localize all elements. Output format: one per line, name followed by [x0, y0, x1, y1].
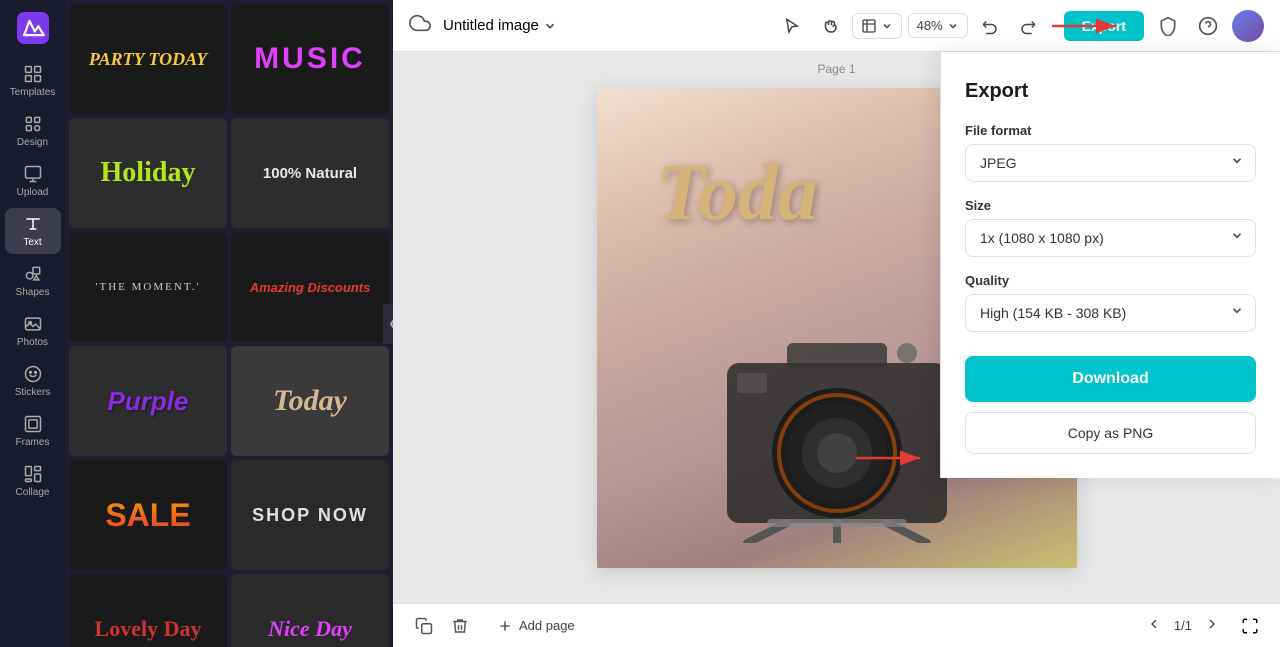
template-thumb-moment[interactable]: 'THE MOMENT.' — [69, 232, 227, 342]
file-format-select[interactable]: JPEG PNG PDF SVG GIF MP4 — [965, 144, 1256, 182]
size-group: Size 1x (1080 x 1080 px) 2x (2160 x 2160… — [965, 198, 1256, 257]
template-grid: PARTY TODAY MUSIC Holiday 100% Natural '… — [65, 0, 393, 647]
copy-page-button[interactable] — [409, 611, 439, 641]
panel-collapse-button[interactable] — [383, 304, 393, 344]
fullscreen-button[interactable] — [1236, 612, 1264, 640]
sidebar-item-templates[interactable]: Templates — [5, 58, 61, 104]
redo-button[interactable] — [1012, 10, 1044, 42]
sidebar-item-design[interactable]: Design — [5, 108, 61, 154]
copy-as-png-button[interactable]: Copy as PNG — [965, 412, 1256, 454]
template-thumb-holiday[interactable]: Holiday — [69, 118, 227, 228]
page-nav: 1/1 — [1142, 612, 1224, 639]
file-format-group: File format JPEG PNG PDF SVG GIF MP4 — [965, 123, 1256, 182]
select-tool-button[interactable] — [776, 10, 808, 42]
photos-icon — [23, 314, 43, 334]
app-logo[interactable] — [15, 10, 51, 46]
grid-icon — [23, 64, 43, 84]
sidebar-item-collage[interactable]: Collage — [5, 458, 61, 504]
user-avatar[interactable] — [1232, 10, 1264, 42]
template-thumb-sale[interactable]: SALE — [69, 460, 227, 570]
plus-icon — [497, 618, 513, 634]
template-thumb-today[interactable]: Today — [231, 346, 389, 456]
size-select-wrapper: 1x (1080 x 1080 px) 2x (2160 x 2160 px) … — [965, 219, 1256, 257]
quality-label: Quality — [965, 273, 1256, 288]
template-thumb-purple[interactable]: Purple — [69, 346, 227, 456]
download-button[interactable]: Download — [965, 356, 1256, 402]
export-panel: Export File format JPEG PNG PDF SVG GIF … — [940, 52, 1280, 478]
sidebar: Templates Design Upload Text Shapes — [0, 0, 65, 647]
size-select[interactable]: 1x (1080 x 1080 px) 2x (2160 x 2160 px) … — [965, 219, 1256, 257]
document-title[interactable]: Untitled image — [443, 17, 557, 34]
size-label: Size — [965, 198, 1256, 213]
sidebar-item-photos[interactable]: Photos — [5, 308, 61, 354]
template-thumb-lovely-day[interactable]: Lovely Day — [69, 574, 227, 647]
add-page-button[interactable]: Add page — [487, 613, 585, 639]
sidebar-item-shapes[interactable]: Shapes — [5, 258, 61, 304]
topbar: Untitled image — [393, 0, 1280, 52]
template-panel: PARTY TODAY MUSIC Holiday 100% Natural '… — [65, 0, 393, 647]
sidebar-item-frames[interactable]: Frames — [5, 408, 61, 454]
shield-icon[interactable] — [1152, 10, 1184, 42]
bottom-tools — [409, 611, 475, 641]
file-format-label: File format — [965, 123, 1256, 138]
upload-icon — [23, 164, 43, 184]
quality-select-wrapper: Low Medium High (154 KB - 308 KB) — [965, 294, 1256, 332]
file-format-select-wrapper: JPEG PNG PDF SVG GIF MP4 — [965, 144, 1256, 182]
prev-page-button[interactable] — [1142, 612, 1166, 639]
chevron-down-icon — [543, 19, 557, 33]
quality-select[interactable]: Low Medium High (154 KB - 308 KB) — [965, 294, 1256, 332]
template-thumb-music[interactable]: MUSIC — [231, 4, 389, 114]
quality-group: Quality Low Medium High (154 KB - 308 KB… — [965, 273, 1256, 332]
zoom-control[interactable]: 48% — [908, 13, 968, 38]
chevron-down-icon — [881, 20, 893, 32]
toolbar-tools: 48% — [776, 10, 1044, 42]
delete-page-button[interactable] — [445, 611, 475, 641]
layout-selector[interactable] — [852, 13, 902, 39]
sidebar-item-upload[interactable]: Upload — [5, 158, 61, 204]
sidebar-item-stickers[interactable]: Stickers — [5, 358, 61, 404]
help-icon[interactable] — [1192, 10, 1224, 42]
undo-button[interactable] — [974, 10, 1006, 42]
export-panel-title: Export — [965, 80, 1256, 103]
text-icon — [23, 214, 43, 234]
template-thumb-shopnow[interactable]: SHOP NOW — [231, 460, 389, 570]
page-counter: 1/1 — [1174, 618, 1192, 633]
design-icon — [23, 114, 43, 134]
collage-icon — [23, 464, 43, 484]
frames-icon — [23, 414, 43, 434]
page-label: Page 1 — [817, 62, 855, 76]
topbar-actions: Export — [1064, 10, 1264, 42]
hand-tool-button[interactable] — [814, 10, 846, 42]
camera-svg — [707, 303, 967, 543]
sidebar-item-text[interactable]: Text — [5, 208, 61, 254]
canvas-text-overlay: Toda — [657, 148, 819, 239]
chevron-down-icon — [947, 20, 959, 32]
export-button[interactable]: Export — [1064, 11, 1144, 41]
template-thumb-discount[interactable]: Amazing Discounts — [231, 232, 389, 342]
bottombar: Add page 1/1 — [393, 603, 1280, 647]
template-thumb-nice-day[interactable]: Nice Day — [231, 574, 389, 647]
template-thumb-natural[interactable]: 100% Natural — [231, 118, 389, 228]
cloud-save-icon[interactable] — [409, 12, 431, 39]
stickers-icon — [23, 364, 43, 384]
shapes-icon — [23, 264, 43, 284]
template-thumb-party-today[interactable]: PARTY TODAY — [69, 4, 227, 114]
next-page-button[interactable] — [1200, 612, 1224, 639]
